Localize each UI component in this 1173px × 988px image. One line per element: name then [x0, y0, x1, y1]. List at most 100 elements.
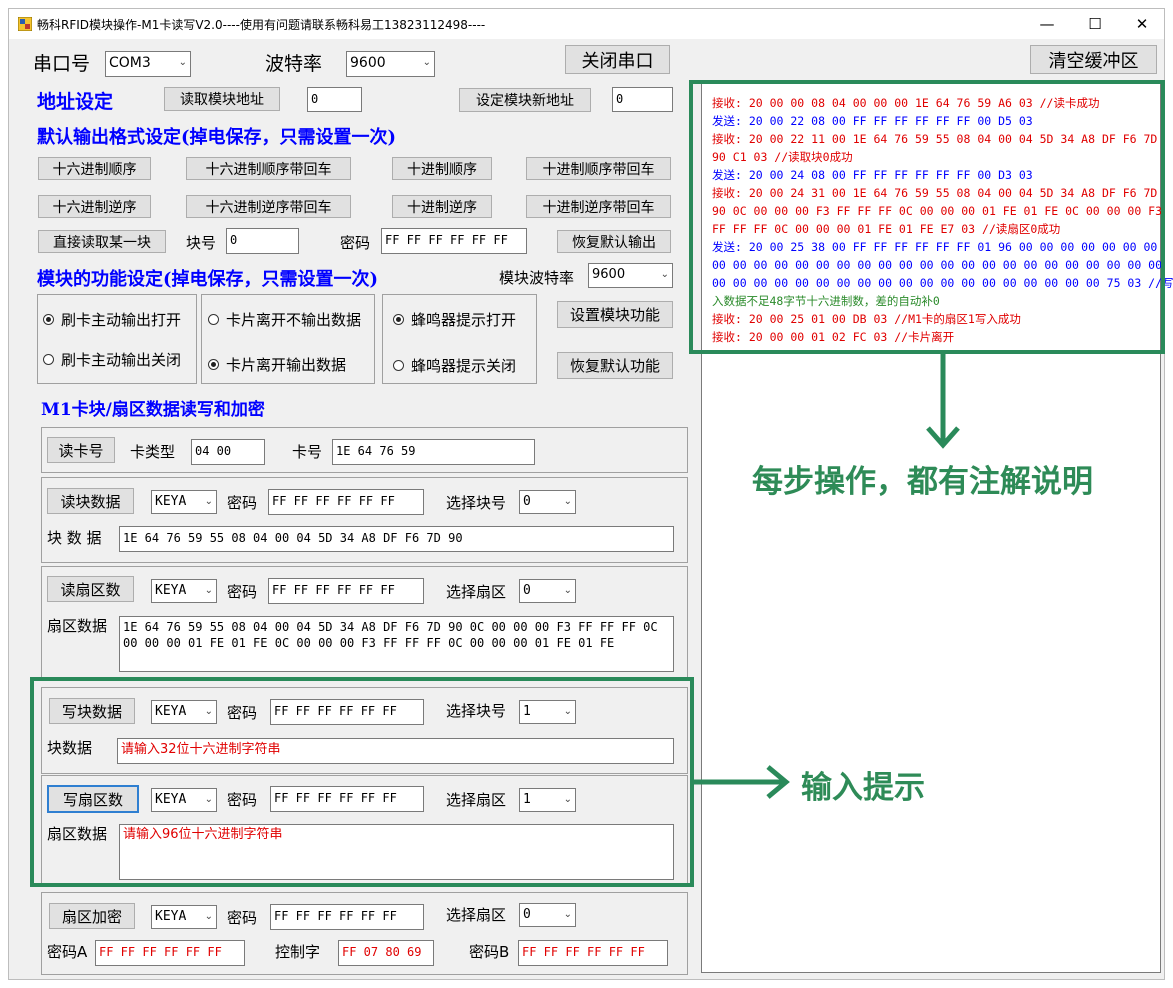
read-block-no: 0: [523, 494, 531, 509]
sector-data-label: 扇区数据: [47, 617, 108, 635]
read-sector-password-label: 密码: [227, 583, 258, 601]
encrypt-sector-button[interactable]: 扇区加密: [49, 903, 135, 929]
read-sector-no-select[interactable]: 0 ⌄: [519, 579, 576, 603]
close-icon[interactable]: ✕: [1119, 9, 1165, 39]
read-sector-password-field[interactable]: FF FF FF FF FF FF: [268, 578, 424, 604]
chevron-down-icon: ⌄: [178, 57, 187, 68]
block-data-field[interactable]: 1E 64 76 59 55 08 04 00 04 5D 34 A8 DF F…: [119, 526, 674, 552]
radio-unchecked-icon: [208, 314, 219, 325]
module-baud-label: 模块波特率: [499, 269, 575, 287]
arrow-right-icon: [694, 765, 790, 799]
block-data-label: 块 数 据: [47, 529, 102, 547]
radio-unchecked-icon: [393, 360, 404, 371]
encrypt-sector-no: 0: [523, 907, 531, 922]
close-port-button[interactable]: 关闭串口: [565, 45, 670, 74]
leave-no-output-label: 卡片离开不输出数据: [226, 311, 362, 329]
set-function-button[interactable]: 设置模块功能: [557, 301, 673, 328]
read-sector-key-select[interactable]: KEYA ⌄: [151, 579, 217, 603]
clear-buffer-button[interactable]: 清空缓冲区: [1030, 45, 1157, 74]
port-label: 串口号: [33, 53, 91, 75]
arrow-down-icon: [926, 354, 960, 449]
hex-reverse-button[interactable]: 十六进制逆序: [38, 195, 151, 218]
read-sector-button[interactable]: 读扇区数: [47, 576, 134, 602]
swipe-output-group: [37, 294, 197, 384]
chevron-down-icon: ⌄: [422, 57, 431, 68]
output-format-heading: 默认输出格式设定(掉电保存，只需设置一次): [37, 127, 397, 148]
restore-output-button[interactable]: 恢复默认输出: [557, 230, 671, 253]
buzzer-on-radio[interactable]: 蜂鸣器提示打开: [393, 309, 516, 330]
read-sector-select-label: 选择扇区: [446, 583, 507, 601]
direct-block-field[interactable]: 0: [226, 228, 299, 254]
hex-order-button[interactable]: 十六进制顺序: [38, 157, 151, 180]
maximize-icon[interactable]: ☐: [1072, 9, 1118, 39]
log-highlight-box: [689, 80, 1165, 354]
pwd-b-field[interactable]: FF FF FF FF FF FF: [518, 940, 668, 966]
encrypt-password-field[interactable]: FF FF FF FF FF FF: [270, 904, 424, 930]
port-select[interactable]: COM3 ⌄: [105, 51, 191, 77]
port-value: COM3: [109, 55, 151, 71]
window-title: 畅科RFID模块操作-M1卡读写V2.0----使用有问题请联系畅科易工1382…: [37, 18, 486, 32]
dec-order-button[interactable]: 十进制顺序: [392, 157, 492, 180]
buzzer-on-label: 蜂鸣器提示打开: [411, 311, 517, 329]
swipe-off-radio[interactable]: 刷卡主动输出关闭: [43, 349, 181, 370]
read-address-button[interactable]: 读取模块地址: [164, 87, 280, 111]
leave-no-output-radio[interactable]: 卡片离开不输出数据: [208, 309, 361, 330]
radio-checked-icon: [43, 314, 54, 325]
buzzer-off-label: 蜂鸣器提示关闭: [411, 357, 517, 375]
direct-read-block-button[interactable]: 直接读取某一块: [38, 230, 166, 253]
title-bar: 畅科RFID模块操作-M1卡读写V2.0----使用有问题请联系畅科易工1382…: [9, 9, 1164, 39]
encrypt-sector-no-select[interactable]: 0 ⌄: [519, 903, 576, 927]
key-value: KEYA: [155, 583, 187, 598]
chevron-down-icon: ⌄: [204, 585, 213, 596]
chevron-down-icon: ⌄: [660, 269, 669, 280]
pwd-a-label: 密码A: [47, 943, 88, 961]
direct-password-field[interactable]: FF FF FF FF FF FF: [381, 228, 527, 254]
dec-reverse-cr-button[interactable]: 十进制逆序带回车: [526, 195, 671, 218]
chevron-down-icon: ⌄: [563, 909, 572, 920]
input-highlight-box: [30, 677, 694, 887]
minimize-icon[interactable]: —: [1024, 9, 1070, 39]
read-block-button[interactable]: 读块数据: [47, 488, 134, 514]
hex-order-cr-button[interactable]: 十六进制顺序带回车: [186, 157, 351, 180]
read-card-button[interactable]: 读卡号: [47, 437, 115, 463]
leave-output-label: 卡片离开输出数据: [226, 356, 347, 374]
card-no-field[interactable]: 1E 64 76 59: [332, 439, 535, 465]
set-address-button[interactable]: 设定模块新地址: [459, 88, 591, 112]
m1-heading: M1卡块/扇区数据读写和加密: [41, 400, 265, 420]
swipe-on-label: 刷卡主动输出打开: [61, 311, 182, 329]
read-block-key-select[interactable]: KEYA ⌄: [151, 490, 217, 514]
dec-order-cr-button[interactable]: 十进制顺序带回车: [526, 157, 671, 180]
read-block-password-label: 密码: [227, 494, 258, 512]
module-function-heading: 模块的功能设定(掉电保存，只需设置一次): [37, 269, 379, 290]
control-field[interactable]: FF 07 80 69: [338, 940, 434, 966]
module-baud-select[interactable]: 9600 ⌄: [588, 263, 673, 288]
read-block-select-label: 选择块号: [446, 494, 507, 512]
card-type-label: 卡类型: [130, 443, 176, 461]
pwd-a-field[interactable]: FF FF FF FF FF FF: [95, 940, 245, 966]
leave-output-radio[interactable]: 卡片离开输出数据: [208, 354, 346, 375]
baud-select[interactable]: 9600 ⌄: [346, 51, 435, 77]
key-value: KEYA: [155, 494, 187, 509]
read-sector-no: 0: [523, 583, 531, 598]
log-annotation: 每步操作，都有注解说明: [752, 464, 1093, 500]
control-label: 控制字: [275, 943, 321, 961]
card-type-field[interactable]: 04 00: [191, 439, 265, 465]
app-icon: [18, 17, 32, 31]
hex-reverse-cr-button[interactable]: 十六进制逆序带回车: [186, 195, 351, 218]
read-block-no-select[interactable]: 0 ⌄: [519, 490, 576, 514]
read-address-field[interactable]: 0: [307, 87, 362, 112]
encrypt-password-label: 密码: [227, 909, 258, 927]
read-block-password-field[interactable]: FF FF FF FF FF FF: [268, 489, 424, 515]
encrypt-key-select[interactable]: KEYA ⌄: [151, 905, 217, 929]
module-baud-value: 9600: [592, 267, 626, 282]
sector-data-field[interactable]: 1E 64 76 59 55 08 04 00 04 5D 34 A8 DF F…: [119, 616, 674, 672]
baud-value: 9600: [350, 55, 386, 71]
dec-reverse-button[interactable]: 十进制逆序: [392, 195, 492, 218]
encrypt-select-label: 选择扇区: [446, 906, 507, 924]
set-address-field[interactable]: 0: [612, 87, 673, 112]
key-value: KEYA: [155, 909, 187, 924]
swipe-on-radio[interactable]: 刷卡主动输出打开: [43, 309, 181, 330]
buzzer-off-radio[interactable]: 蜂鸣器提示关闭: [393, 355, 516, 376]
radio-checked-icon: [393, 314, 404, 325]
restore-function-button[interactable]: 恢复默认功能: [557, 352, 673, 379]
